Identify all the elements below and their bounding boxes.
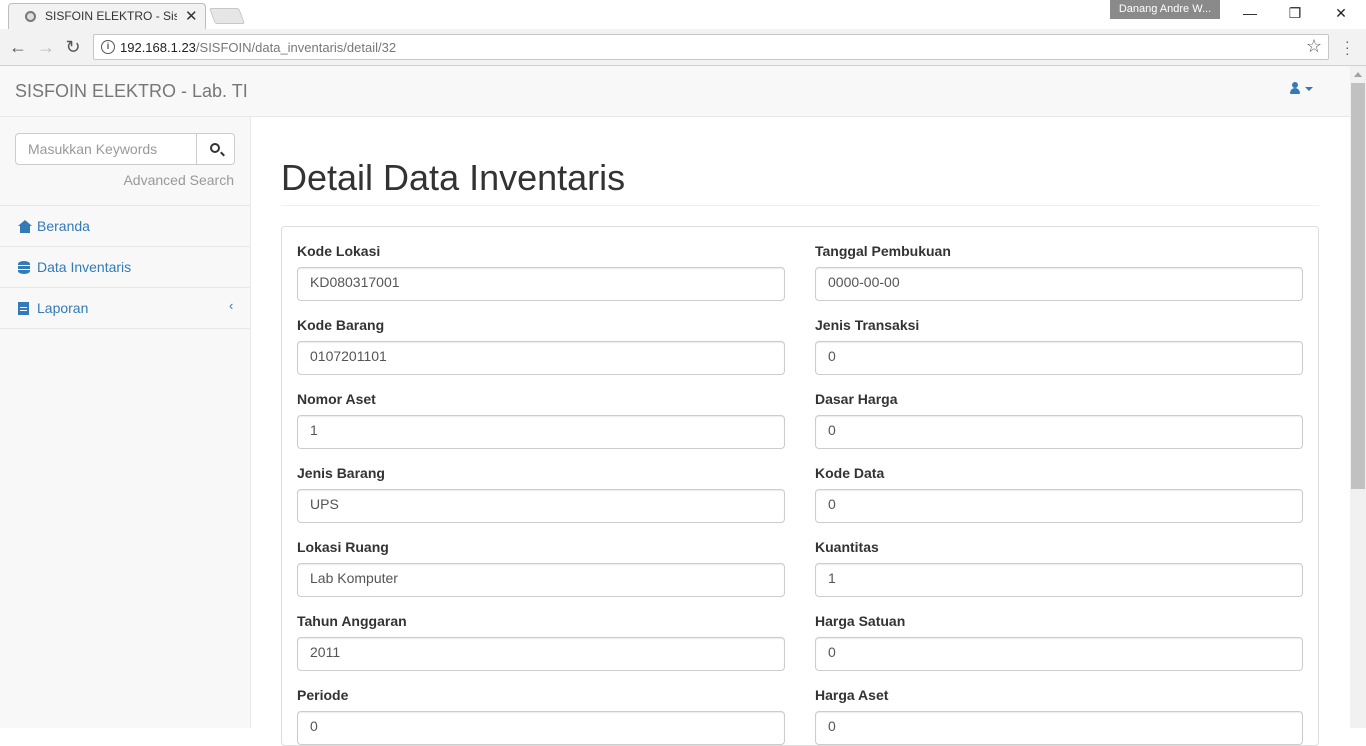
user-icon — [1290, 82, 1300, 94]
brand-title[interactable]: SISFOIN ELEKTRO - Lab. TI — [15, 81, 248, 102]
main-content: Detail Data Inventaris Kode Lokasi KD080… — [251, 117, 1350, 746]
browser-menu-icon[interactable]: · · · — [1345, 34, 1351, 60]
field-value[interactable]: 1 — [297, 415, 785, 449]
page-title: Detail Data Inventaris — [281, 157, 626, 198]
field-value[interactable]: 0107201101 — [297, 341, 785, 375]
field-value[interactable]: 0 — [815, 341, 1303, 375]
field-value[interactable]: 0 — [297, 711, 785, 745]
sidebar-item-laporan[interactable]: Laporan ‹ — [0, 288, 250, 329]
detail-panel: Kode Lokasi KD080317001 Kode Barang 0107… — [281, 226, 1319, 746]
field-value[interactable]: 2011 — [297, 637, 785, 671]
back-icon[interactable]: ← — [8, 37, 28, 57]
field-value[interactable]: 0 — [815, 489, 1303, 523]
field-value[interactable]: KD080317001 — [297, 267, 785, 301]
sidebar-item-data-inventaris[interactable]: Data Inventaris — [0, 247, 250, 288]
search-icon — [210, 143, 220, 153]
address-bar[interactable]: i 192.168.1.23/SISFOIN/data_inventaris/d… — [93, 34, 1329, 60]
database-icon — [18, 261, 30, 274]
field-label: Kode Barang — [297, 317, 385, 333]
user-dropdown[interactable] — [1290, 81, 1313, 97]
sidebar-search — [15, 133, 235, 165]
top-navbar: SISFOIN ELEKTRO - Lab. TI — [0, 66, 1350, 117]
field-value[interactable]: UPS — [297, 489, 785, 523]
browser-toolbar: ← → ↻ i 192.168.1.23/SISFOIN/data_invent… — [0, 29, 1366, 66]
web-page: SISFOIN ELEKTRO - Lab. TI Advanced Searc… — [0, 66, 1366, 746]
sidebar-item-label: Laporan — [37, 300, 89, 316]
chevron-left-icon[interactable]: ‹ — [229, 298, 233, 313]
page-scrollbar[interactable] — [1350, 66, 1366, 728]
tab-close-icon[interactable]: ✕ — [185, 7, 198, 25]
field-label: Nomor Aset — [297, 391, 376, 407]
title-divider — [281, 205, 1319, 206]
field-value[interactable]: 0 — [815, 637, 1303, 671]
url-text: 192.168.1.23/SISFOIN/data_inventaris/det… — [120, 40, 397, 55]
field-value[interactable]: Lab Komputer — [297, 563, 785, 597]
browser-titlebar: SISFOIN ELEKTRO - Sistem ✕ Danang Andre … — [0, 0, 1366, 29]
field-value[interactable]: 0000-00-00 — [815, 267, 1303, 301]
sidebar: Advanced Search Beranda Data Inventaris … — [0, 117, 251, 728]
forward-icon[interactable]: → — [36, 37, 56, 57]
file-icon — [18, 302, 29, 315]
field-value[interactable]: 1 — [815, 563, 1303, 597]
caret-down-icon — [1305, 87, 1313, 91]
field-label: Kode Lokasi — [297, 243, 381, 259]
field-label: Harga Aset — [815, 687, 889, 703]
browser-tab[interactable]: SISFOIN ELEKTRO - Sistem ✕ — [8, 3, 206, 29]
site-info-icon[interactable]: i — [101, 40, 115, 54]
sidebar-item-label: Data Inventaris — [37, 259, 132, 275]
bookmark-star-icon[interactable]: ☆ — [1306, 36, 1322, 57]
reload-icon[interactable]: ↻ — [63, 37, 83, 57]
home-icon — [18, 220, 32, 233]
search-button[interactable] — [196, 133, 235, 165]
profile-badge[interactable]: Danang Andre W... — [1110, 0, 1220, 19]
sidebar-divider — [0, 328, 250, 329]
field-label: Tahun Anggaran — [297, 613, 407, 629]
field-label: Jenis Transaksi — [815, 317, 920, 333]
new-tab-button[interactable] — [209, 8, 245, 24]
restore-icon[interactable]: ❐ — [1272, 2, 1318, 26]
scrollbar-thumb[interactable] — [1351, 83, 1365, 489]
field-label: Dasar Harga — [815, 391, 898, 407]
advanced-search-link[interactable]: Advanced Search — [123, 172, 234, 188]
close-window-icon[interactable]: ✕ — [1318, 2, 1364, 26]
field-value[interactable]: 0 — [815, 415, 1303, 449]
field-label: Kode Data — [815, 465, 885, 481]
field-label: Jenis Barang — [297, 465, 385, 481]
scroll-up-icon[interactable] — [1354, 72, 1362, 77]
field-label: Tanggal Pembukuan — [815, 243, 951, 259]
search-input[interactable] — [15, 133, 197, 165]
tab-title: SISFOIN ELEKTRO - Sistem — [45, 9, 177, 23]
minimize-icon[interactable]: — — [1227, 2, 1273, 26]
field-label: Lokasi Ruang — [297, 539, 389, 555]
sidebar-item-beranda[interactable]: Beranda — [0, 206, 250, 247]
site-favicon-icon — [25, 11, 36, 22]
field-value[interactable]: 0 — [815, 711, 1303, 745]
field-label: Periode — [297, 687, 349, 703]
field-label: Harga Satuan — [815, 613, 906, 629]
field-label: Kuantitas — [815, 539, 879, 555]
sidebar-item-label: Beranda — [37, 218, 90, 234]
